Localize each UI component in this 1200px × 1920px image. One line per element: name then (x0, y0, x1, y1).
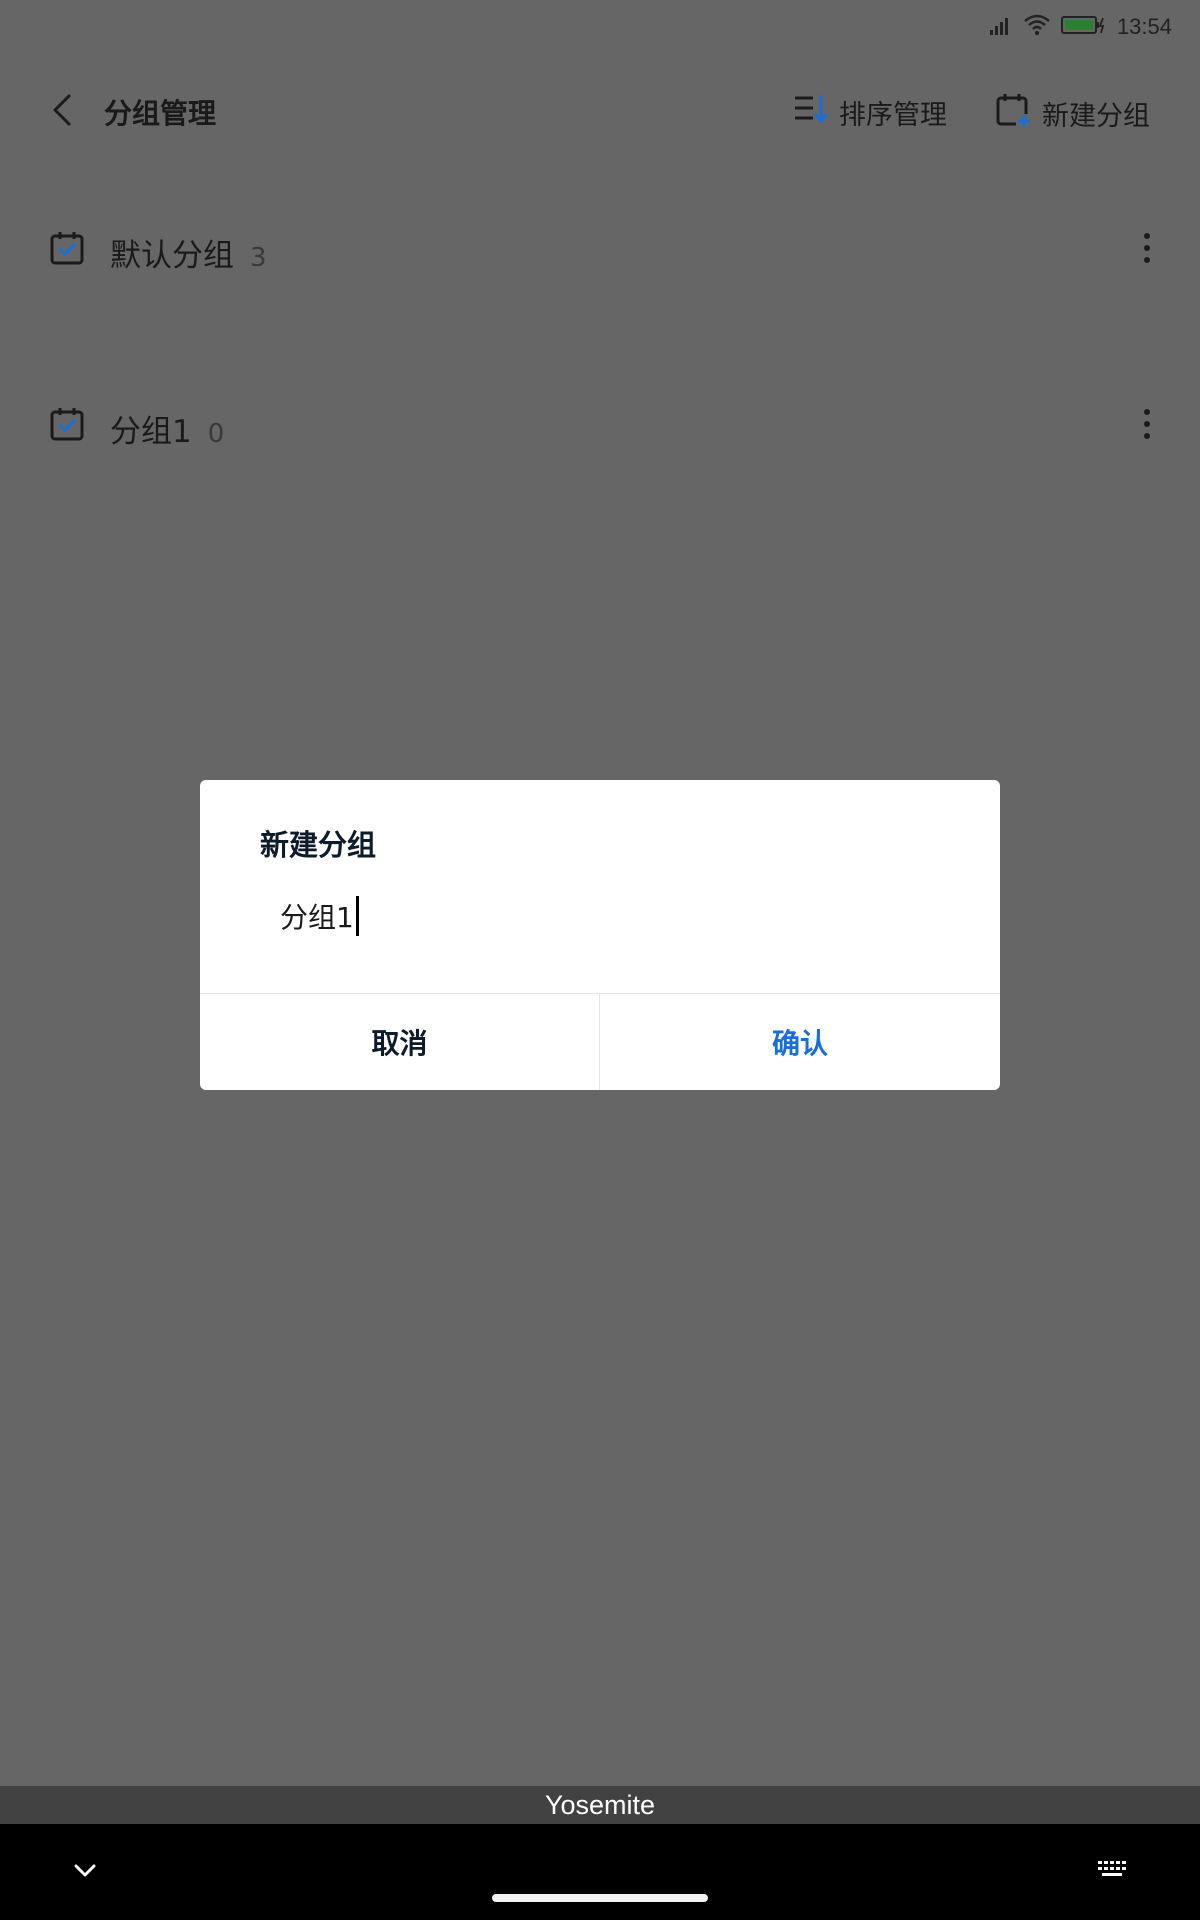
sort-manage-button[interactable]: 排序管理 (793, 92, 947, 133)
status-bar: 13:54 (0, 0, 1200, 60)
cancel-button[interactable]: 取消 (200, 994, 599, 1090)
group-count: 0 (207, 419, 225, 449)
status-icons: 13:54 (989, 14, 1172, 40)
group-name-row: 默认分组 3 (110, 230, 267, 275)
group-count: 3 (250, 243, 267, 273)
group-item-group1[interactable]: 分组1 0 (0, 386, 1200, 466)
group-more-button[interactable] (1132, 228, 1162, 272)
more-vertical-icon (1143, 408, 1151, 444)
new-group-label: 新建分组 (1042, 101, 1150, 132)
new-group-button[interactable]: 新建分组 (996, 92, 1150, 135)
group-name: 默认分组 (110, 238, 234, 274)
group-more-button[interactable] (1132, 404, 1162, 448)
back-button[interactable] (40, 90, 84, 134)
keyboard-icon (1096, 1861, 1130, 1884)
sort-manage-label: 排序管理 (839, 100, 947, 131)
group-name-row: 分组1 0 (110, 406, 224, 451)
sort-list-icon (793, 92, 829, 133)
add-calendar-icon (996, 92, 1032, 135)
page-title: 分组管理 (104, 97, 217, 130)
calendar-check-icon (50, 230, 90, 270)
signal-icon (989, 14, 1013, 40)
wifi-icon (1023, 14, 1051, 40)
group-name: 分组1 (110, 414, 192, 450)
calendar-check-icon (50, 406, 90, 446)
battery-charging-icon (1060, 14, 1105, 40)
confirm-button[interactable]: 确认 (600, 994, 1000, 1090)
keyboard-hint-bar: Yosemite (0, 1786, 1200, 1824)
group-name-input-value: 分组1 (280, 901, 354, 934)
app-header: 分组管理 排序管理 新建分组 (0, 80, 1200, 144)
keyboard-hint-text: Yosemite (544, 1789, 656, 1820)
chevron-down-icon (74, 1863, 96, 1882)
back-arrow-icon (50, 93, 74, 131)
home-indicator[interactable] (492, 1894, 708, 1902)
navigation-bar (0, 1824, 1200, 1920)
new-group-dialog: 新建分组 分组1 取消 确认 (200, 780, 1000, 1090)
dialog-title: 新建分组 (260, 828, 377, 862)
text-cursor (355, 896, 359, 936)
group-item-default[interactable]: 默认分组 3 (0, 210, 1200, 290)
more-vertical-icon (1143, 232, 1151, 268)
keyboard-switch-button[interactable] (1096, 1860, 1132, 1884)
group-name-input[interactable]: 分组1 (280, 896, 359, 936)
status-time: 13:54 (1116, 14, 1172, 39)
collapse-keyboard-button[interactable] (68, 1860, 102, 1884)
